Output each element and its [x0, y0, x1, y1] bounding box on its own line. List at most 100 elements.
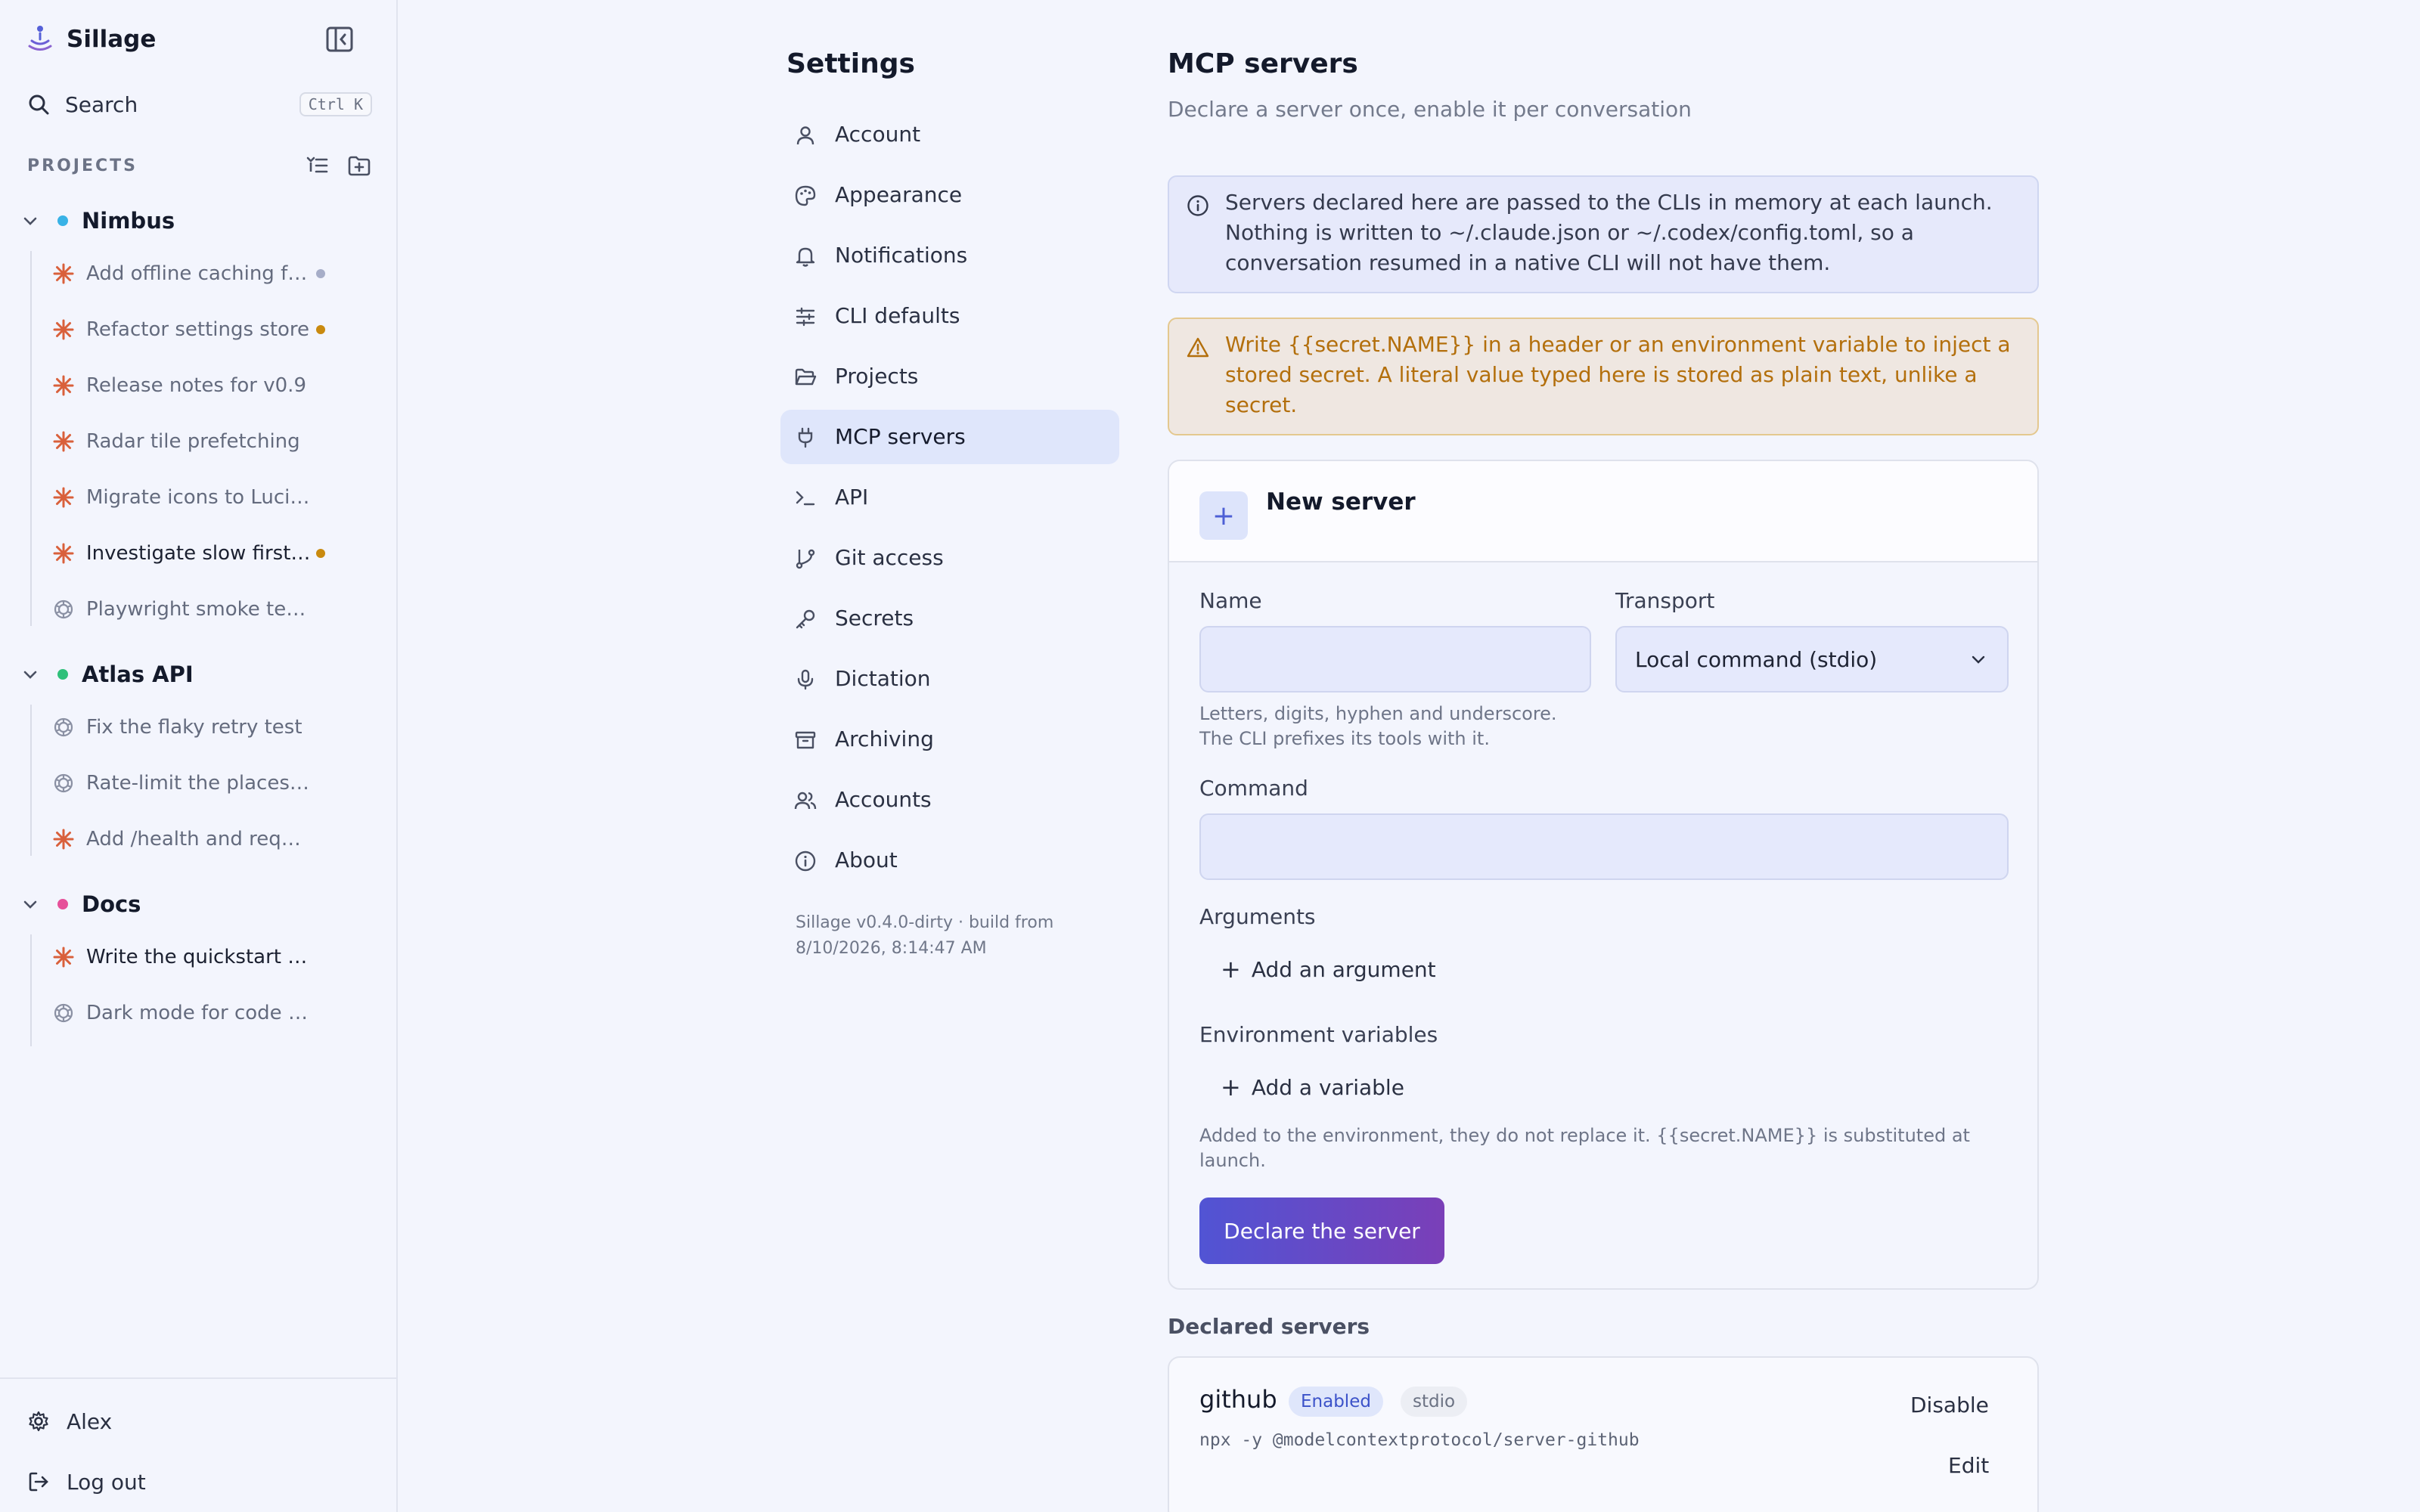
server-name-input[interactable]	[1199, 626, 1591, 692]
settings-nav-account[interactable]: Account	[780, 107, 1119, 162]
command-label: Command	[1199, 776, 1308, 801]
command-input[interactable]	[1199, 813, 2009, 880]
edit-button[interactable]: Edit	[1948, 1453, 1989, 1478]
disable-button[interactable]: Disable	[1910, 1393, 1989, 1418]
nav-label: Projects	[835, 364, 919, 389]
transport-badge: stdio	[1401, 1387, 1468, 1417]
version-line: Sillage v0.4.0-dirty · build from	[796, 913, 1054, 932]
gear-icon	[29, 1411, 48, 1432]
settings-nav-secrets[interactable]: Secrets	[780, 591, 1119, 646]
git-branch-icon	[796, 549, 815, 569]
add-variable-button[interactable]: + Add a variable	[1221, 1070, 1404, 1104]
logout-button[interactable]: Log out	[27, 1465, 146, 1498]
openai-knot-icon	[54, 600, 73, 619]
project-color-dot	[57, 669, 68, 680]
chevron-down-icon	[23, 671, 37, 679]
thread-item[interactable]: Investigate slow first render	[32, 534, 365, 573]
nav-label: Appearance	[835, 182, 963, 207]
settings-nav-mcp-servers[interactable]: MCP servers	[780, 410, 1119, 464]
project-header-atlas-api[interactable]: Atlas API	[21, 658, 194, 691]
nav-label: Secrets	[835, 606, 914, 631]
project-header-docs[interactable]: Docs	[21, 888, 141, 921]
plug-icon	[798, 427, 813, 448]
settings-nav-dictation[interactable]: Dictation	[780, 652, 1119, 706]
folder-open-icon	[795, 368, 817, 386]
palette-icon	[795, 185, 816, 206]
name-label: Name	[1199, 588, 1262, 613]
thread-item[interactable]: Add offline caching for forecasts	[32, 254, 365, 293]
plus-icon: +	[1221, 955, 1241, 984]
settings-nav-about[interactable]: About	[780, 833, 1119, 888]
thread-title: Radar tile prefetching	[86, 430, 300, 453]
page-subtitle: Declare a server once, enable it per con…	[1168, 97, 1692, 122]
project-name: Atlas API	[82, 662, 194, 687]
settings-nav-appearance[interactable]: Appearance	[780, 168, 1119, 222]
sidebar-search[interactable]: Search Ctrl K	[27, 88, 372, 121]
warning-text: Write {{secret.NAME}} in a header or an …	[1225, 332, 2011, 417]
settings-nav-accounts[interactable]: Accounts	[780, 773, 1119, 827]
transport-value: Local command (stdio)	[1635, 646, 1878, 672]
user-settings-button[interactable]: Alex	[27, 1405, 112, 1438]
thread-item[interactable]: Playwright smoke tests	[32, 590, 365, 629]
info-callout: Servers declared here are passed to the …	[1168, 175, 2039, 293]
thread-item[interactable]: Add /health and request logging	[32, 820, 365, 859]
settings-nav-git-access[interactable]: Git access	[780, 531, 1119, 585]
settings-nav-api[interactable]: API	[780, 470, 1119, 525]
name-hint-line: The CLI prefixes its tools with it.	[1199, 728, 1490, 749]
claude-spark-icon	[53, 375, 74, 396]
claude-spark-icon	[53, 263, 74, 284]
claude-spark-icon	[53, 319, 74, 340]
new-project-folder-icon[interactable]	[346, 153, 372, 178]
sidebar: Sillage Search Ctrl K PROJECTS Nimbus Ad…	[0, 0, 398, 1512]
transport-select[interactable]: Local command (stdio)	[1615, 626, 2009, 692]
key-icon	[796, 609, 815, 629]
nav-label: Account	[835, 122, 921, 147]
claude-spark-icon	[53, 487, 74, 508]
settings-nav-projects[interactable]: Projects	[780, 349, 1119, 404]
settings-nav-notifications[interactable]: Notifications	[780, 228, 1119, 283]
thread-status-dot	[316, 549, 325, 558]
thread-title: Migrate icons to Lucide	[86, 486, 313, 509]
build-date: 8/10/2026, 8:14:47 AM	[796, 939, 987, 958]
nav-label: Git access	[835, 545, 944, 570]
sliders-icon	[796, 307, 815, 327]
chevron-down-icon	[23, 900, 37, 909]
thread-item[interactable]: Refactor settings store	[32, 310, 365, 349]
thread-item[interactable]: Radar tile prefetching	[32, 422, 365, 461]
users-icon	[794, 792, 817, 810]
project-header-nimbus[interactable]: Nimbus	[21, 204, 175, 237]
openai-knot-icon	[54, 1003, 73, 1023]
collapse-sidebar-icon[interactable]	[325, 26, 354, 53]
thread-status-dot	[316, 269, 325, 278]
log-out-icon	[29, 1472, 48, 1492]
search-shortcut: Ctrl K	[299, 92, 372, 116]
brand[interactable]: Sillage	[27, 23, 156, 56]
collapse-all-icon[interactable]	[304, 153, 330, 178]
add-argument-button[interactable]: + Add an argument	[1221, 953, 1436, 986]
thread-item[interactable]: Dark mode for code blocks	[32, 993, 365, 1033]
thread-title: Dark mode for code blocks	[86, 1002, 313, 1024]
claude-spark-icon	[53, 543, 74, 564]
openai-knot-icon	[54, 717, 73, 737]
settings-title: Settings	[786, 48, 915, 79]
search-label: Search	[65, 91, 138, 117]
chevron-down-icon	[1972, 655, 1985, 664]
page-title: MCP servers	[1168, 48, 1358, 79]
thread-item[interactable]: Fix the flaky retry test	[32, 708, 365, 747]
thread-item[interactable]: Migrate icons to Lucide	[32, 478, 365, 517]
settings-nav-cli-defaults[interactable]: CLI defaults	[780, 289, 1119, 343]
thread-item[interactable]: Release notes for v0.9	[32, 366, 365, 405]
archive-icon	[795, 731, 816, 749]
nav-label: Archiving	[835, 727, 934, 751]
thread-item[interactable]: Rate-limit the places endpoint	[32, 764, 365, 803]
nav-label: API	[835, 485, 869, 510]
status-badge: Enabled	[1289, 1387, 1383, 1417]
thread-item[interactable]: Write the quickstart guide	[32, 937, 365, 977]
settings-nav-archiving[interactable]: Archiving	[780, 712, 1119, 767]
server-command: npx -y @modelcontextprotocol/server-gith…	[1199, 1430, 1640, 1450]
terminal-icon	[796, 491, 815, 506]
declare-server-button[interactable]: Declare the server	[1199, 1198, 1444, 1264]
arguments-label: Arguments	[1199, 904, 1316, 929]
thread-list: Add offline caching for forecasts Refact…	[30, 251, 325, 626]
new-server-card: + New server Name Letters, digits, hyphe…	[1168, 460, 2039, 1290]
